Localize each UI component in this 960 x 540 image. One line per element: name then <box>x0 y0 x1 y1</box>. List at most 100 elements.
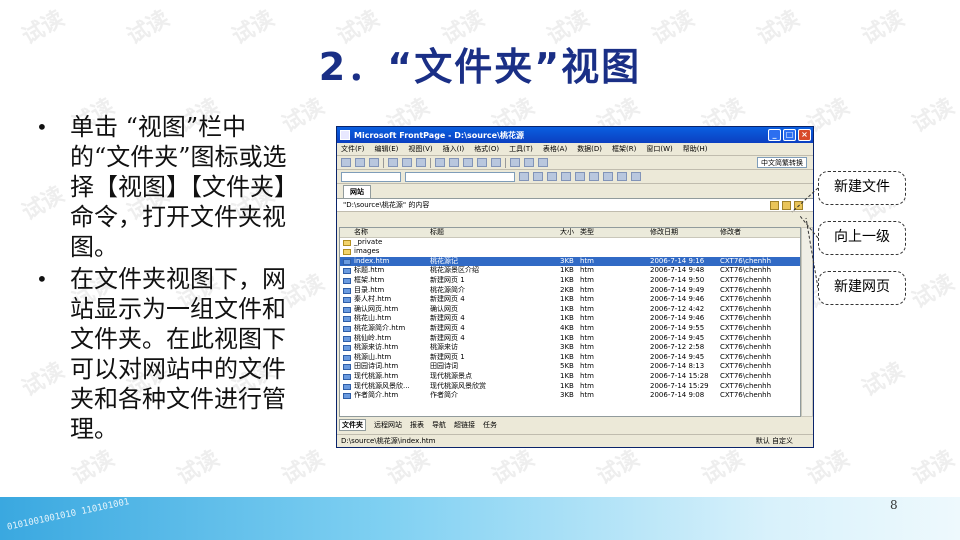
tab-navigation[interactable]: 导航 <box>432 420 446 430</box>
font-select[interactable] <box>405 171 515 182</box>
close-button[interactable]: × <box>798 129 811 141</box>
menu-frames[interactable]: 框架(R) <box>612 144 636 154</box>
file-row[interactable]: 现代桃源.htm 现代桃源景点 1KB htm 2006-7-14 15:28 CXT76… <box>340 372 800 382</box>
bullet-dot-icon: • <box>36 267 48 291</box>
file-name: 标题.htm <box>340 266 430 276</box>
tab-tasks[interactable]: 任务 <box>483 420 497 430</box>
file-title-text: 新建网页 4 <box>430 314 465 323</box>
file-modified-by-text: CXT76\chenhh <box>720 256 772 265</box>
file-modified: 2006-7-14 9:50 <box>650 276 720 286</box>
web-page-icon <box>343 373 351 380</box>
menu-insert[interactable]: 插入(I) <box>443 144 465 154</box>
column-header-modified[interactable]: 修改日期 <box>650 228 720 237</box>
align-left-icon[interactable] <box>561 172 571 181</box>
file-row[interactable]: _private <box>340 238 800 248</box>
menu-edit[interactable]: 编辑(E) <box>375 144 399 154</box>
italic-icon[interactable] <box>533 172 543 181</box>
tab-reports[interactable]: 报表 <box>410 420 424 430</box>
file-list-scrollbar[interactable] <box>801 227 813 417</box>
file-title-text: 现代桃源景点 <box>430 371 472 380</box>
tab-hyperlinks[interactable]: 超链接 <box>454 420 475 430</box>
style-select[interactable] <box>341 171 401 182</box>
file-row[interactable]: 桃花山.htm 新建网页 4 1KB htm 2006-7-14 9:46 CXT76\c… <box>340 314 800 324</box>
slide-title: 2．“文件夹”视图 <box>318 45 642 89</box>
file-row[interactable]: 确认网页.htm 确认网页 1KB htm 2006-7-12 4:42 CXT76\ch… <box>340 305 800 315</box>
undo-icon[interactable] <box>477 158 487 167</box>
menu-data[interactable]: 数据(D) <box>577 144 602 154</box>
column-header-title[interactable]: 标题 <box>430 228 560 237</box>
column-header-type[interactable]: 类型 <box>580 228 650 237</box>
menu-table[interactable]: 表格(A) <box>543 144 567 154</box>
font-color-icon[interactable] <box>631 172 641 181</box>
file-name: 桃源山.htm <box>340 353 430 363</box>
file-row[interactable]: 桃源来访.htm 桃源来访 3KB htm 2006-7-12 2:58 CXT76\ch… <box>340 343 800 353</box>
menu-tools[interactable]: 工具(T) <box>509 144 533 154</box>
file-size: 5KB <box>560 362 580 372</box>
menu-window[interactable]: 窗口(W) <box>646 144 672 154</box>
insert-table-icon[interactable] <box>510 158 520 167</box>
new-page-icon[interactable] <box>794 200 803 210</box>
hyperlink-icon[interactable] <box>538 158 548 167</box>
file-row[interactable]: 标题.htm 桃花源景区介绍 1KB htm 2006-7-14 9:48 CXT76\c… <box>340 266 800 276</box>
column-header-modified-by[interactable]: 修改者 <box>720 228 800 237</box>
file-name: 确认网页.htm <box>340 305 430 315</box>
file-row[interactable]: 框架.htm 新建网页 1 1KB htm 2006-7-14 9:50 CXT76\ch… <box>340 276 800 286</box>
file-modified-by: CXT76\chenhh <box>720 257 800 267</box>
file-row[interactable]: 桃源山.htm 新建网页 1 1KB htm 2006-7-14 9:45 CXT76\c… <box>340 353 800 363</box>
print-icon[interactable] <box>388 158 398 167</box>
underline-icon[interactable] <box>547 172 557 181</box>
spelling-icon[interactable] <box>416 158 426 167</box>
window-titlebar[interactable]: Microsoft FrontPage - D:\source\桃花源 _ □ … <box>337 127 813 143</box>
new-page-icon[interactable] <box>341 158 351 167</box>
file-row[interactable]: 作者简介.htm 作者简介 3KB htm 2006-7-14 9:08 CXT76\ch… <box>340 391 800 401</box>
redo-icon[interactable] <box>491 158 501 167</box>
file-type-text: htm <box>580 256 594 265</box>
cut-icon[interactable] <box>435 158 445 167</box>
file-row[interactable]: images <box>340 247 800 257</box>
paste-icon[interactable] <box>463 158 473 167</box>
align-right-icon[interactable] <box>589 172 599 181</box>
tab-website[interactable]: 网站 <box>343 185 371 198</box>
file-name-text: 确认网页.htm <box>354 304 399 313</box>
tab-remote-site[interactable]: 远程网站 <box>374 420 402 430</box>
frontpage-window: Microsoft FrontPage - D:\source\桃花源 _ □ … <box>336 126 814 448</box>
file-row[interactable]: 目录.htm 桃花源简介 2KB htm 2006-7-14 9:49 CXT76\che… <box>340 286 800 296</box>
minimize-button[interactable]: _ <box>768 129 781 141</box>
up-one-level-icon[interactable] <box>782 200 791 210</box>
numbering-icon[interactable] <box>603 172 613 181</box>
file-size: 1KB <box>560 334 580 344</box>
maximize-button[interactable]: □ <box>783 129 796 141</box>
file-title-text: 新建网页 1 <box>430 275 465 284</box>
file-size: 3KB <box>560 257 580 267</box>
file-name-text: 桃花山.htm <box>354 314 392 323</box>
file-row[interactable]: index.htm 桃花源记 3KB htm 2006-7-14 9:16 CXT76\c… <box>340 256 800 267</box>
file-row[interactable]: 桃花源简介.htm 新建网页 4 4KB htm 2006-7-14 9:55 CXT76… <box>340 324 800 334</box>
new-file-icon[interactable] <box>770 200 779 210</box>
menu-file[interactable]: 文件(F) <box>341 144 365 154</box>
menu-view[interactable]: 视图(V) <box>408 144 432 154</box>
open-icon[interactable] <box>355 158 365 167</box>
menu-format[interactable]: 格式(O) <box>474 144 499 154</box>
file-title-text: 桃花源简介 <box>430 285 465 294</box>
column-header-size[interactable]: 大小 <box>560 228 580 237</box>
file-row[interactable]: 现代桃源风景欣... 现代桃源风景欣赏 1KB htm 2006-7-14 15:29 C… <box>340 382 800 392</box>
file-name: 现代桃源.htm <box>340 372 430 382</box>
align-center-icon[interactable] <box>575 172 585 181</box>
file-size-text: 1KB <box>560 314 574 323</box>
copy-icon[interactable] <box>449 158 459 167</box>
web-page-icon <box>343 306 351 313</box>
file-name: 桃源来访.htm <box>340 343 430 353</box>
file-row[interactable]: 秦人村.htm 新建网页 4 1KB htm 2006-7-14 9:46 CXT76\c… <box>340 295 800 305</box>
bullets-icon[interactable] <box>617 172 627 181</box>
file-row[interactable]: 桃仙岭.htm 新建网页 4 1KB htm 2006-7-14 9:45 CXT76\c… <box>340 334 800 344</box>
insert-picture-icon[interactable] <box>524 158 534 167</box>
bold-icon[interactable] <box>519 172 529 181</box>
tab-folders[interactable]: 文件夹 <box>339 419 366 431</box>
file-row[interactable]: 田园诗词.htm 田园诗词 5KB htm 2006-7-14 8:13 CXT76\ch… <box>340 362 800 372</box>
preview-icon[interactable] <box>402 158 412 167</box>
save-icon[interactable] <box>369 158 379 167</box>
file-size: 1KB <box>560 266 580 276</box>
column-header-name[interactable]: 名称 <box>340 228 430 237</box>
chinese-conversion-select[interactable]: 中文简繁转换 <box>757 157 807 168</box>
menu-help[interactable]: 帮助(H) <box>683 144 708 154</box>
